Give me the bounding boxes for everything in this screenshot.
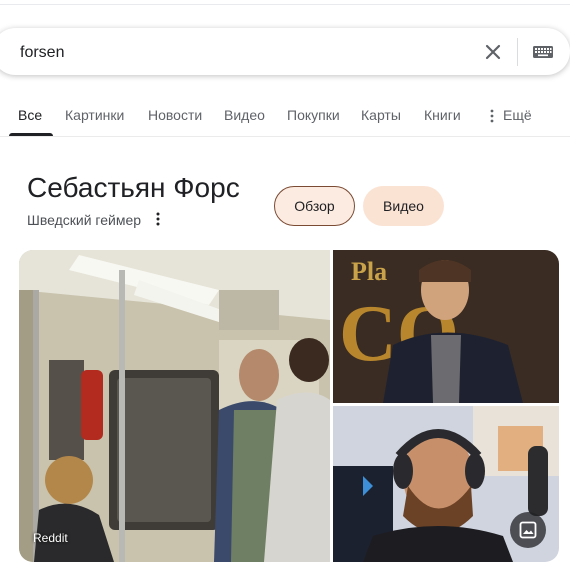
tab-more[interactable]: Ещё xyxy=(503,107,532,123)
tab-images[interactable]: Картинки xyxy=(65,107,124,123)
search-tabs: Все Картинки Новости Видео Покупки Карты… xyxy=(0,100,570,137)
view-images-button[interactable] xyxy=(510,512,546,548)
subway-photo xyxy=(19,250,330,562)
portrait-photo: Pla CO xyxy=(333,250,559,403)
image-main-subway[interactable]: Reddit xyxy=(19,250,330,562)
tab-shopping[interactable]: Покупки xyxy=(287,107,340,123)
close-icon[interactable] xyxy=(482,41,504,63)
image-portrait[interactable]: Pla CO xyxy=(333,250,559,403)
search-divider xyxy=(517,38,518,66)
image-gallery: Reddit Pla CO xyxy=(19,250,559,562)
image-source-label: Reddit xyxy=(33,531,68,545)
active-tab-indicator xyxy=(9,133,53,136)
more-options-icon[interactable] xyxy=(155,211,161,227)
tab-all[interactable]: Все xyxy=(18,107,42,123)
vertical-dots-icon xyxy=(490,109,494,123)
tab-news[interactable]: Новости xyxy=(148,107,202,123)
tab-maps[interactable]: Карты xyxy=(361,107,401,123)
image-icon xyxy=(519,521,537,539)
entity-title: Себастьян Форс xyxy=(27,172,240,203)
tab-books[interactable]: Книги xyxy=(424,107,461,123)
search-input[interactable] xyxy=(20,43,460,63)
svg-text:Pla: Pla xyxy=(351,257,387,286)
keyboard-icon[interactable] xyxy=(532,44,554,60)
top-border xyxy=(0,0,570,5)
chip-overview[interactable]: Обзор xyxy=(274,186,355,226)
tab-video[interactable]: Видео xyxy=(224,107,265,123)
chip-video[interactable]: Видео xyxy=(363,186,444,226)
entity-subtitle: Шведский геймер xyxy=(27,212,142,228)
